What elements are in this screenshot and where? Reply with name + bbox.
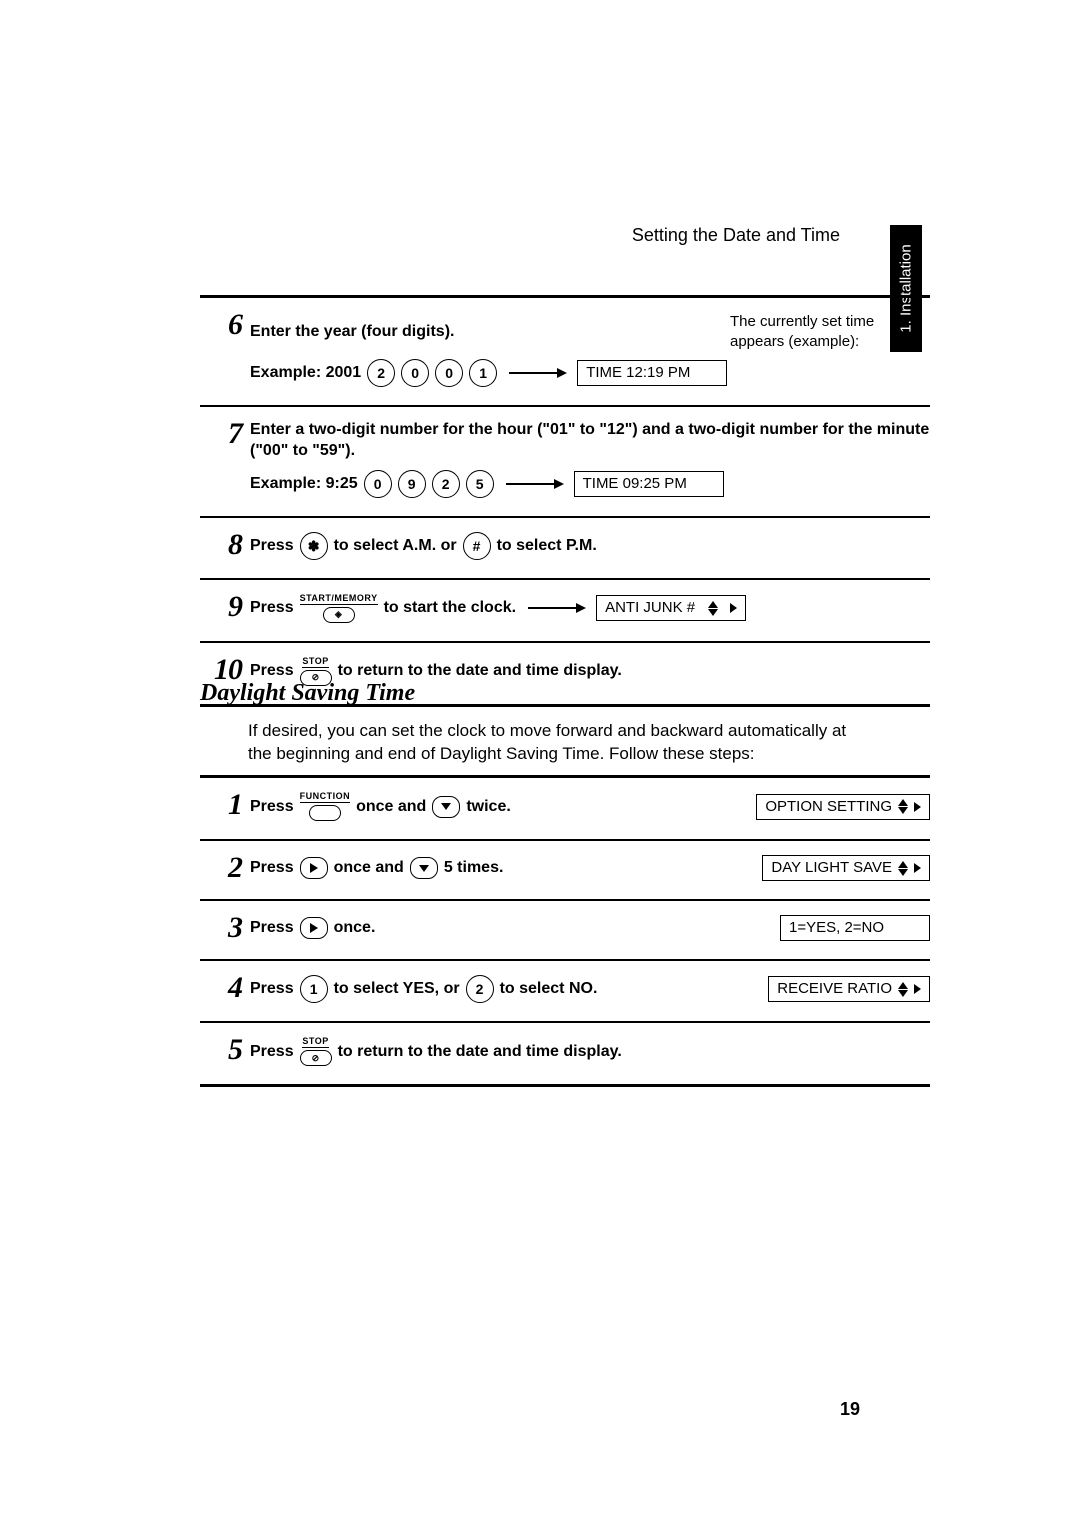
press-label: Press [250, 919, 294, 937]
keypad-button[interactable]: 2 [432, 470, 460, 498]
press-label: Press [250, 980, 294, 998]
lcd-text: DAY LIGHT SAVE [771, 859, 892, 877]
nav-right-icon [914, 984, 921, 994]
step-number: 9 [200, 592, 250, 625]
stop-button[interactable]: STOP ⊘ [300, 1037, 332, 1066]
nav-right-button[interactable] [300, 917, 328, 939]
lcd-display: DAY LIGHT SAVE [762, 855, 930, 881]
press-label: Press [250, 859, 294, 877]
press-label: Press [250, 662, 294, 680]
keypad-button[interactable]: 0 [364, 470, 392, 498]
keypad-button[interactable]: 0 [401, 359, 429, 387]
lcd-display: OPTION SETTING [756, 794, 930, 820]
step-text: once. [334, 919, 376, 937]
step-9: 9 Press START/MEMORY ◈ to start the cloc… [200, 578, 930, 641]
press-label: Press [250, 537, 294, 555]
step-text: to select YES, or [334, 980, 460, 998]
keypad-button[interactable]: 0 [435, 359, 463, 387]
nav-arrows-icon [898, 861, 908, 876]
step-text: twice. [466, 798, 510, 816]
dst-step-2: 2 Press once and 5 times. DAY LIGHT SAVE [200, 839, 930, 899]
step-text: to select P.M. [497, 537, 597, 555]
step-6: 6 Enter the year (four digits). The curr… [200, 295, 930, 405]
button-icon: ⊘ [300, 1050, 332, 1066]
step-instruction: Enter the year (four digits). [250, 323, 454, 341]
section-heading: Daylight Saving Time [200, 680, 415, 707]
arrow-icon [528, 607, 584, 609]
lcd-display: TIME 09:25 PM [574, 471, 724, 497]
nav-right-button[interactable] [300, 857, 328, 879]
press-label: Press [250, 798, 294, 816]
step-text: to start the clock. [384, 599, 516, 617]
button-icon: ◈ [323, 607, 355, 623]
step-number: 6 [200, 310, 250, 389]
section-paragraph: If desired, you can set the clock to mov… [248, 720, 860, 766]
step-text: once and [356, 798, 426, 816]
step-number: 5 [200, 1035, 250, 1068]
steps-dst: 1 Press FUNCTION once and twice. OPTION … [200, 775, 930, 1087]
step-number: 1 [200, 790, 250, 823]
step-text: to select NO. [500, 980, 598, 998]
lcd-display: TIME 12:19 PM [577, 360, 727, 386]
dst-step-1: 1 Press FUNCTION once and twice. OPTION … [200, 775, 930, 839]
nav-down-button[interactable] [410, 857, 438, 879]
step-number: 4 [200, 973, 250, 1005]
step-text: to return to the date and time display. [338, 1043, 622, 1061]
button-caption: START/MEMORY [300, 594, 378, 605]
press-label: Press [250, 599, 294, 617]
lcd-text: ANTI JUNK # [605, 599, 695, 617]
lcd-text: RECEIVE RATIO [777, 980, 892, 998]
arrow-icon [509, 372, 565, 374]
button-caption: STOP [302, 657, 328, 668]
step-number: 7 [200, 419, 250, 500]
dst-step-4: 4 Press 1 to select YES, or 2 to select … [200, 959, 930, 1021]
dst-step-5: 5 Press STOP ⊘ to return to the date and… [200, 1021, 930, 1087]
keypad-button[interactable]: 9 [398, 470, 426, 498]
function-button[interactable]: FUNCTION [300, 792, 351, 821]
nav-right-icon [914, 863, 921, 873]
nav-right-icon [914, 802, 921, 812]
keypad-button[interactable]: 1 [300, 975, 328, 1003]
lcd-text: OPTION SETTING [765, 798, 892, 816]
start-memory-button[interactable]: START/MEMORY ◈ [300, 594, 378, 623]
step-number: 8 [200, 530, 250, 562]
nav-arrows-icon [708, 601, 718, 616]
example-label: Example: 2001 [250, 364, 361, 382]
example-label: Example: 9:25 [250, 475, 358, 493]
star-button[interactable]: ✽ [300, 532, 328, 560]
nav-arrows-icon [898, 982, 908, 997]
keypad-button[interactable]: 5 [466, 470, 494, 498]
step-text: to return to the date and time display. [338, 662, 622, 680]
button-icon [309, 805, 341, 821]
page-number: 19 [840, 1399, 860, 1420]
keypad-button[interactable]: 1 [469, 359, 497, 387]
button-caption: STOP [302, 1037, 328, 1048]
nav-arrows-icon [898, 799, 908, 814]
lcd-display: RECEIVE RATIO [768, 976, 930, 1002]
step-text: once and [334, 859, 404, 877]
step-text: 5 times. [444, 859, 504, 877]
steps-set-time: 6 Enter the year (four digits). The curr… [200, 295, 930, 707]
nav-down-button[interactable] [432, 796, 460, 818]
keypad-button[interactable]: 2 [466, 975, 494, 1003]
hash-button[interactable]: # [463, 532, 491, 560]
nav-right-icon [730, 603, 737, 613]
step-8: 8 Press ✽ to select A.M. or # to select … [200, 516, 930, 578]
keypad-button[interactable]: 2 [367, 359, 395, 387]
press-label: Press [250, 1043, 294, 1061]
dst-step-3: 3 Press once. 1=YES, 2=NO [200, 899, 930, 959]
step-7: 7 Enter a two-digit number for the hour … [200, 405, 930, 516]
step-text: to select A.M. or [334, 537, 457, 555]
step-note: The currently set time appears (example)… [730, 312, 930, 353]
button-caption: FUNCTION [300, 792, 351, 803]
step-number: 3 [200, 913, 250, 943]
step-number: 2 [200, 853, 250, 883]
running-header: Setting the Date and Time [632, 225, 840, 246]
step-instruction: Enter a two-digit number for the hour ("… [250, 419, 930, 462]
arrow-icon [506, 483, 562, 485]
lcd-display: 1=YES, 2=NO [780, 915, 930, 941]
lcd-display: ANTI JUNK # [596, 595, 746, 621]
